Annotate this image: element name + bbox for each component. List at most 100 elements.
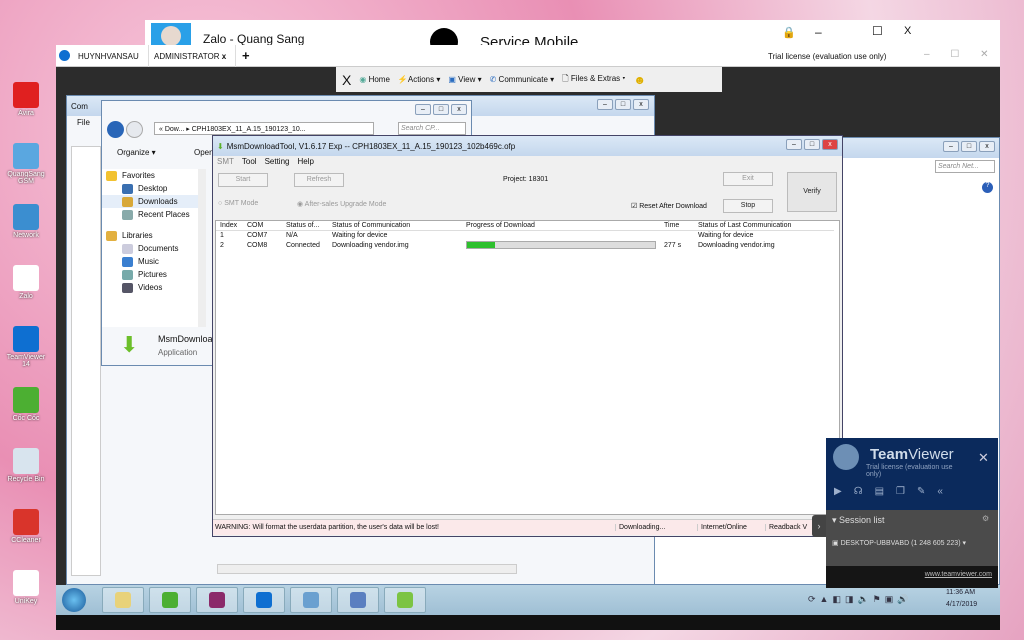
desktop-icon[interactable]: CCleaner — [2, 509, 50, 544]
stop-button[interactable]: Stop — [723, 199, 773, 213]
nav-libraries[interactable]: Libraries — [102, 229, 198, 242]
close-tab-icon[interactable]: x — [222, 52, 226, 61]
reset-after-download-checkbox[interactable]: ☑ Reset After Download — [631, 202, 707, 210]
tab-huynhvansau[interactable]: HUYNHVANSAU — [78, 52, 139, 61]
menu-help[interactable]: Help — [297, 157, 313, 166]
taskbar-app-button[interactable] — [243, 587, 285, 613]
close-button[interactable]: X — [904, 25, 911, 37]
refresh-button[interactable]: Refresh — [294, 173, 344, 187]
nav-downloads[interactable]: Downloads — [102, 195, 198, 208]
search-input[interactable]: Search CP... — [398, 122, 466, 135]
col-time[interactable]: Time — [660, 221, 694, 231]
teamviewer-link[interactable]: www.teamviewer.com — [925, 571, 992, 578]
system-tray[interactable]: ⟳▲◧◨🔈⚑▣🔊 — [808, 594, 912, 605]
home-button[interactable]: ◉ Home — [359, 75, 390, 84]
nav-pictures[interactable]: Pictures — [102, 268, 198, 281]
maximize-button[interactable]: ☐ — [872, 24, 883, 38]
col-status[interactable]: Status of... — [282, 221, 328, 231]
desktop-icon[interactable]: Network — [2, 204, 50, 239]
nav-scrollbar[interactable] — [198, 169, 206, 327]
menu-smt[interactable]: SMT — [217, 157, 234, 166]
menu-tool[interactable]: Tool — [242, 157, 257, 166]
desktop-icon[interactable]: Recycle Bin — [2, 448, 50, 483]
view-menu[interactable]: ▣ View ▾ — [448, 75, 481, 84]
help-icon[interactable]: ? — [982, 182, 993, 193]
table-row[interactable]: 2 COM8 Connected Downloading vendor.img 277 … — [216, 240, 834, 250]
network-search[interactable]: Search Net... — [935, 160, 995, 173]
minimize-button[interactable]: – — [815, 25, 822, 39]
zalo-window[interactable]: Zalo - Quang Sang — [145, 20, 420, 46]
tab-administrator[interactable]: ADMINISTRATOR x — [148, 45, 236, 67]
network-window-controls[interactable]: – □ x — [943, 141, 995, 152]
cell-status: N/A — [286, 232, 298, 239]
forward-button[interactable] — [126, 121, 143, 138]
app-icon — [13, 387, 39, 413]
start-button[interactable] — [62, 588, 86, 612]
nav-videos[interactable]: Videos — [102, 281, 198, 294]
desktop-icon[interactable]: TeamViewer 14 — [2, 326, 50, 368]
desktop-icon-label: Avira — [18, 110, 34, 117]
session-list-header[interactable]: ▾ Session list — [832, 515, 885, 526]
taskbar-app-button[interactable] — [384, 587, 426, 613]
taskbar-app-button[interactable] — [102, 587, 144, 613]
col-last-communication[interactable]: Status of Last Communication — [694, 221, 834, 231]
nav-desktop[interactable]: Desktop — [102, 182, 198, 195]
nav-documents[interactable]: Documents — [102, 242, 198, 255]
col-progress[interactable]: Progress of Download — [462, 221, 660, 231]
smt-mode-radio[interactable]: ○ SMT Mode — [218, 200, 258, 207]
actions-menu[interactable]: ⚡Actions ▾ — [398, 75, 440, 84]
taskbar-app-button[interactable] — [290, 587, 332, 613]
explorer-window-controls[interactable]: – □ x — [415, 104, 467, 115]
col-index[interactable]: Index — [216, 221, 243, 231]
table-row[interactable]: 1 COM7 N/A Waiting for device Waiting for de… — [216, 231, 834, 241]
add-tab-button[interactable]: + — [242, 48, 250, 63]
verify-button[interactable]: Verify — [787, 172, 837, 212]
service-window[interactable]: Service Mobile 🔒 – ☐ X — [420, 20, 1000, 56]
nav-favorites[interactable]: Favorites — [102, 169, 198, 182]
computer-window-controls[interactable]: – □ x — [597, 99, 649, 110]
taskbar-app-button[interactable] — [149, 587, 191, 613]
session-item[interactable]: ▣ DESKTOP-UBBVABD (1 248 605 223) ▾ — [832, 539, 966, 547]
session-gear-icon[interactable]: ⚙ — [982, 514, 989, 523]
aftersales-mode-radio[interactable]: ◉ After-sales Upgrade Mode — [297, 200, 386, 208]
msm-window-controls[interactable]: – □ x — [786, 139, 838, 150]
desktop-icon[interactable]: Cốc Cốc — [2, 387, 50, 422]
nav-music[interactable]: Music — [102, 255, 198, 268]
files-label: Files & Extras — [570, 73, 621, 83]
taskbar-app-button[interactable] — [337, 587, 379, 613]
window-controls[interactable]: – ☐ ✕ — [924, 49, 988, 60]
lock-icon[interactable]: 🔒 — [782, 26, 796, 39]
desktop-icon[interactable]: UniKey — [2, 570, 50, 605]
organize-button[interactable]: Organize ▾ — [117, 148, 156, 157]
msm-window[interactable]: ⬇ MsmDownloadTool, V1.6.17 Exp -- CPH1803… — [212, 135, 843, 537]
desktop-icon[interactable]: Zalo — [2, 265, 50, 300]
start-button[interactable]: Start — [218, 173, 268, 187]
horizontal-scrollbar[interactable] — [217, 564, 517, 574]
address-bar[interactable]: « Dow... ▸ CPH1803EX_11_A.15_190123_10..… — [154, 122, 374, 135]
open-button[interactable]: Open — [194, 148, 214, 157]
close-connection-button[interactable]: X — [342, 72, 351, 88]
col-communication[interactable]: Status of Communication — [328, 221, 462, 231]
back-button[interactable] — [107, 121, 124, 138]
exit-button[interactable]: Exit — [723, 172, 773, 186]
cell-index: 1 — [220, 232, 224, 239]
menu-file[interactable]: File — [77, 118, 90, 127]
files-menu[interactable]: 🗋 Files & Extras ▾ — [562, 73, 625, 87]
breadcrumb[interactable]: Dow... — [165, 126, 184, 133]
smiley-icon[interactable]: ☻ — [633, 73, 646, 87]
taskbar-app-button[interactable] — [196, 587, 238, 613]
communicate-menu[interactable]: ✆ Communicate ▾ — [490, 75, 555, 84]
menu-setting[interactable]: Setting — [265, 157, 290, 166]
clock-date[interactable]: 4/17/2019 — [946, 601, 977, 608]
panel-collapse-button[interactable]: › — [812, 515, 826, 537]
breadcrumb-current[interactable]: CPH1803EX_11_A.15_190123_10... — [192, 126, 306, 133]
tv-close-button[interactable]: ✕ — [978, 450, 989, 466]
col-com[interactable]: COM — [243, 221, 282, 231]
tv-actions[interactable]: ▶☊▤❐✎« — [834, 486, 955, 497]
nav-tree[interactable] — [71, 146, 101, 576]
desktop-icon[interactable]: Avira — [2, 82, 50, 117]
communicate-label: Communicate — [498, 75, 548, 84]
desktop-icon[interactable]: QuangSang GSM — [2, 143, 50, 185]
nav-recent-places[interactable]: Recent Places — [102, 208, 198, 221]
clock-time[interactable]: 11:36 AM — [946, 589, 975, 596]
